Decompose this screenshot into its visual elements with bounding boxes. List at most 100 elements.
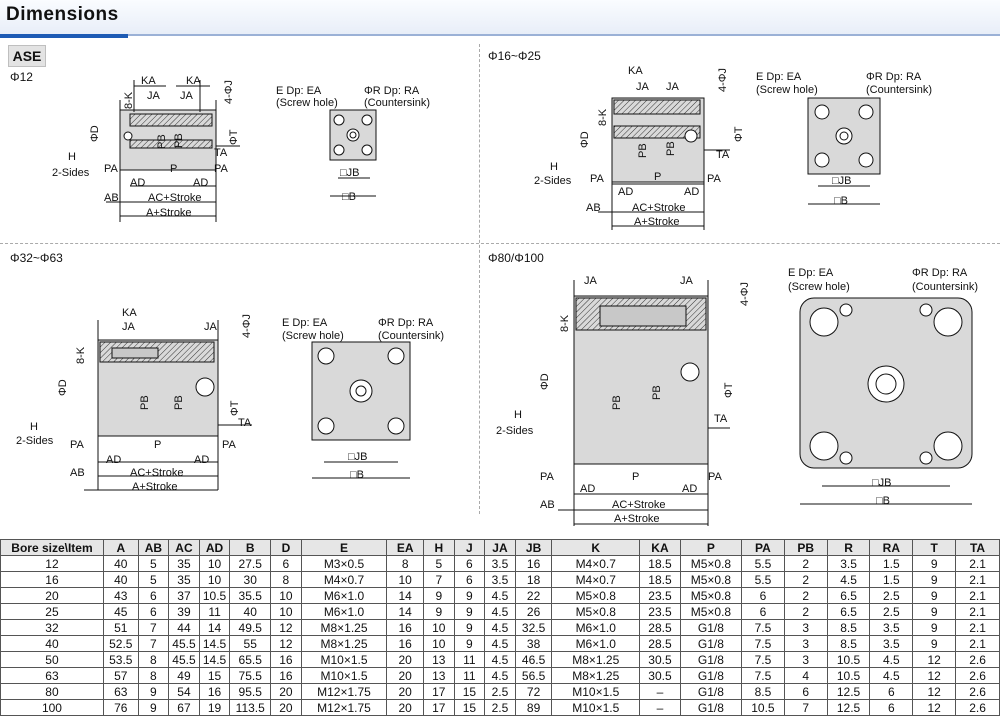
phi12-label-pa: PA [104,163,119,175]
phi12-label-b: □B [342,191,356,203]
phi12-label-screw: (Screw hole) [276,97,338,109]
phi12-label-p: P [170,163,177,175]
table-cell: 32 [0,619,104,636]
table-cell: 2.1 [955,587,1000,604]
table-cell: 12 [912,699,957,716]
table-cell: 49 [168,667,200,684]
table-cell: 2.5 [869,587,914,604]
table-cell: M8×1.25 [300,635,388,652]
phi32-label-countersink: (Countersink) [378,330,444,342]
table-cell: 10 [198,571,231,588]
column-header: PA [741,539,785,556]
table-cell: 10 [198,555,231,572]
phi32-label-ja: JA [122,321,136,333]
table-body: 12 40 5 35 10 27.5 6 M3×0.5 8 5 6 3.5 16 M4×0.7 18.5 M5… [0,555,1000,716]
table-cell: 6 [453,555,486,572]
table-cell: 4.5 [869,651,914,668]
column-header: T [912,539,957,556]
table-cell: 2.6 [955,667,1000,684]
table-row: 100 76 9 67 19 113.5 20 M12×1.75 20 17 15 2.5 89 M10×… [0,699,1000,716]
phi80-label-pb: PB [611,395,623,410]
table-cell: 13 [423,651,455,668]
table-cell: G1/8 [679,619,743,636]
table-cell: 15 [198,667,231,684]
phi80-label-pa: PA [540,471,555,483]
table-cell: 2 [783,587,828,604]
table-cell: 14 [198,619,231,636]
table-cell: 14 [386,587,424,604]
table-cell: 28.5 [639,635,681,652]
table-cell: 15 [453,683,486,700]
column-header: JA [484,539,516,556]
phi80-label-ja: JA [584,275,598,287]
table-cell: 3.5 [826,555,871,572]
table-cell: 7 [137,619,170,636]
phi80-label-edp: E Dp: EA [788,267,834,279]
table-cell: 9 [423,603,455,620]
phi12-label-ja: JA [147,90,161,102]
table-cell: 51 [102,619,139,636]
phi12-label-ab: AB [104,192,119,204]
table-cell: 16 [514,555,553,572]
table-cell: 10 [423,619,455,636]
phi32-label-pa2: PA [222,439,237,451]
table-cell: 8 [137,651,170,668]
table-cell: 57 [102,667,139,684]
table-cell: 10.5 [198,587,231,604]
phi32-label-pb: PB [139,395,151,410]
table-cell: 10.5 [741,699,785,716]
table-cell: 7 [137,635,170,652]
table-cell: 8.5 [826,635,871,652]
table-cell: 9 [423,587,455,604]
table-cell: 10 [270,603,302,620]
table-cell: – [639,699,681,716]
phi80-label-pa2: PA [708,471,723,483]
table-cell: 4.5 [484,587,516,604]
table-cell: 38 [514,635,553,652]
phi16-label-4j: 4-ΦJ [717,68,729,92]
phi32-label-2sides: 2-Sides [16,435,54,447]
table-cell: 4.5 [484,603,516,620]
table-cell: 3 [783,619,828,636]
table-header-row: Bore size\Item A AB AC AD B D E EA H J JA JB K KA P PA PB… [0,539,1000,556]
table-cell: 27.5 [229,555,272,572]
column-header: AB [137,539,170,556]
table-cell: M6×1.0 [551,619,641,636]
phi32-label-ka: KA [122,307,137,319]
table-cell: 2.6 [955,651,1000,668]
table-cell: 75.5 [229,667,272,684]
column-header: AC [168,539,200,556]
table-cell: M8×1.25 [551,651,641,668]
table-cell: 9 [912,571,957,588]
phi16-label-2sides: 2-Sides [534,175,572,187]
table-cell: M10×1.5 [300,667,388,684]
phi32-label-p: P [154,439,161,451]
column-header: J [453,539,486,556]
table-cell: M5×0.8 [679,587,743,604]
table-cell: 9 [453,603,486,620]
phi80-label-ta: TA [714,413,728,425]
table-cell: – [639,683,681,700]
table-cell: 67 [168,699,200,716]
phi16-label-ad2: AD [684,186,699,198]
table-cell: M10×1.5 [300,651,388,668]
table-cell: 1.5 [869,555,914,572]
table-cell: 23.5 [639,603,681,620]
phi16-label-h: H [550,161,558,173]
phi12-label-acstroke: AC+Stroke [148,192,202,204]
phi80-label-pb2: PB [651,385,663,400]
table-cell: G1/8 [679,667,743,684]
table-cell: 20 [386,651,424,668]
table-cell: 5.5 [741,555,785,572]
table-cell: 9 [453,619,486,636]
table-cell: 39 [168,603,200,620]
table-cell: 10 [423,635,455,652]
table-cell: 10 [270,587,302,604]
phi16-label-ja: JA [636,81,650,93]
column-header: P [679,539,743,556]
table-cell: M12×1.75 [300,699,388,716]
table-cell: 26 [514,603,553,620]
table-cell: M5×0.8 [679,603,743,620]
table-cell: 46.5 [514,651,553,668]
table-cell: M12×1.75 [300,683,388,700]
